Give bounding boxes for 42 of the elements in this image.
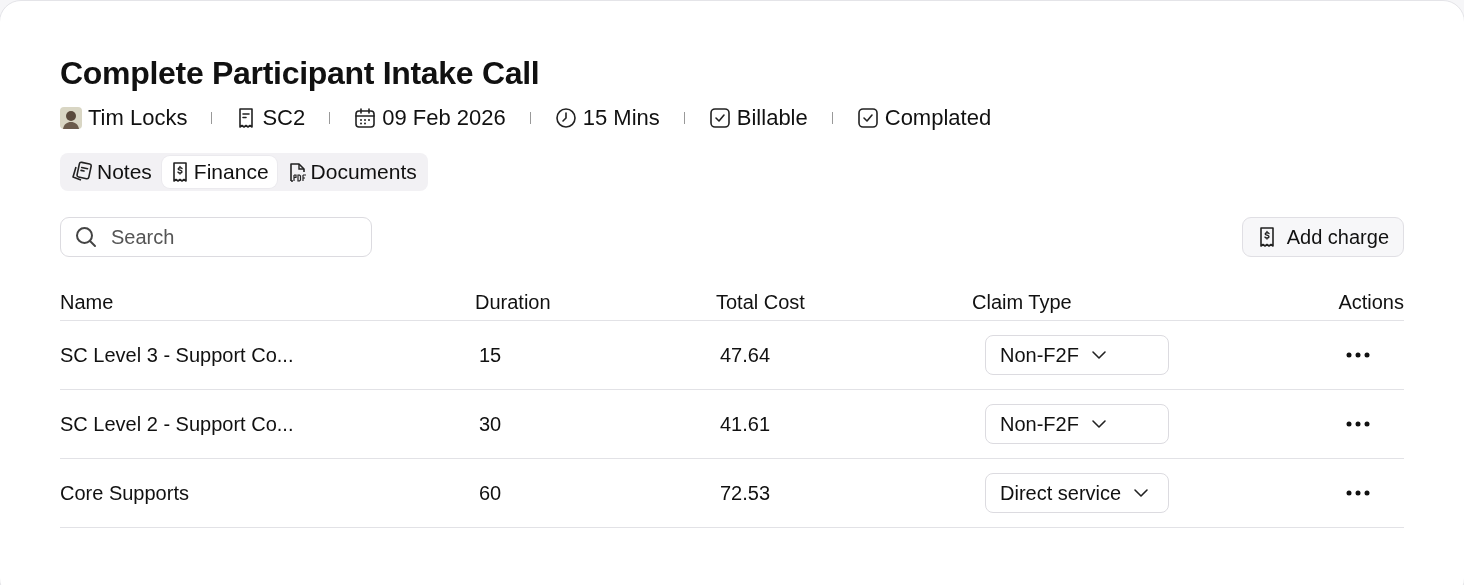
meta-text: Tim Locks bbox=[88, 105, 188, 131]
table-cell-text: 72.53 bbox=[719, 481, 771, 504]
meta-text: Billable bbox=[736, 105, 808, 131]
chevron-down-icon bbox=[1090, 419, 1107, 429]
avatar-icon bbox=[60, 107, 82, 129]
search-icon bbox=[74, 225, 98, 249]
meta-text: 15 Mins bbox=[582, 105, 660, 131]
page-title: Complete Participant Intake Call bbox=[60, 54, 541, 93]
table-cell-text: 60 bbox=[478, 481, 502, 504]
column-header: Total Cost bbox=[716, 291, 805, 313]
table-cell-text: 15 bbox=[478, 343, 502, 366]
notes-icon bbox=[71, 161, 93, 183]
calendar-icon bbox=[354, 107, 377, 129]
claim-type-dropdown[interactable]: Non-F2F bbox=[985, 335, 1169, 375]
meta-text: Complated bbox=[884, 105, 992, 131]
column-header: Actions bbox=[1338, 291, 1404, 313]
search-field[interactable]: Search bbox=[60, 217, 372, 257]
tab[interactable]: Notes bbox=[63, 156, 160, 188]
ellipsis-icon bbox=[1346, 421, 1370, 427]
ellipsis-icon bbox=[1346, 490, 1370, 496]
chevron-down-icon bbox=[1090, 350, 1107, 360]
claim-type-dropdown[interactable]: Direct service bbox=[985, 473, 1169, 513]
meta-text: 09 Feb 2026 bbox=[382, 105, 506, 131]
table-cell: Core Supports bbox=[60, 481, 189, 504]
tab[interactable]: Finance bbox=[161, 156, 277, 188]
table-cell-text: 47.64 bbox=[719, 343, 771, 366]
ellipsis-icon bbox=[1346, 352, 1370, 358]
meta-text: SC2 bbox=[262, 105, 306, 131]
clock-icon bbox=[554, 107, 577, 129]
column-header: Name bbox=[60, 291, 114, 313]
chevron-down-icon bbox=[1133, 488, 1150, 498]
tab[interactable]: Documents bbox=[278, 156, 425, 188]
checkbox-icon bbox=[708, 107, 731, 129]
table-cell-text: 30 bbox=[478, 412, 502, 435]
column-header: Claim Type bbox=[972, 291, 1072, 313]
column-header: Duration bbox=[475, 291, 551, 313]
add-charge-button[interactable]: Add charge bbox=[1241, 217, 1404, 257]
table-cell: SC Level 2 - Support Co... bbox=[60, 412, 294, 435]
checkbox-icon bbox=[856, 107, 879, 129]
table-cell: SC Level 3 - Support Co... bbox=[60, 343, 294, 366]
claim-type-dropdown[interactable]: Non-F2F bbox=[985, 404, 1169, 444]
table-cell-text: 41.61 bbox=[719, 412, 771, 435]
